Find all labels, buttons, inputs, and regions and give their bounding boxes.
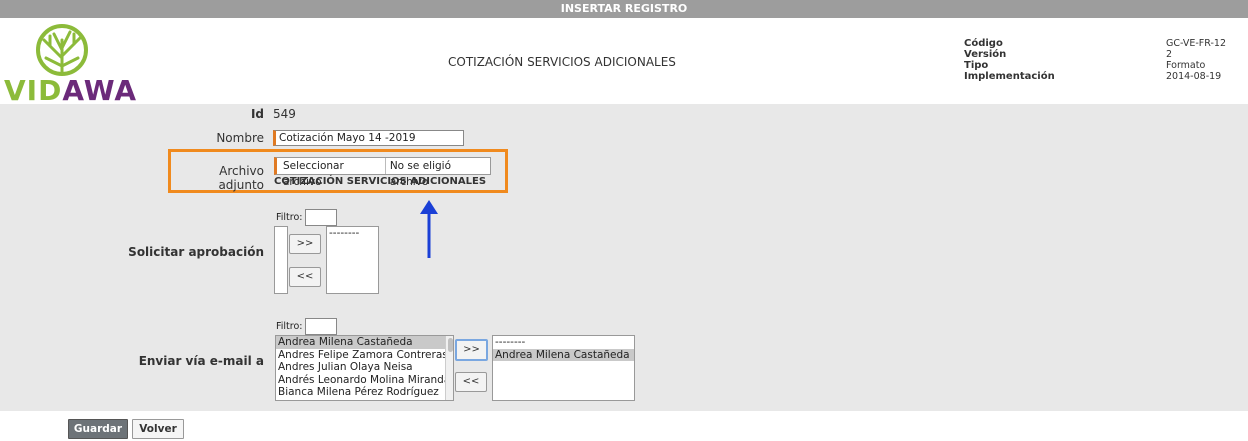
nombre-label: Nombre	[216, 131, 264, 145]
aprobacion-filter-label: Filtro:	[276, 212, 303, 223]
aprobacion-remove-button[interactable]: <<	[289, 267, 321, 287]
meta-value-version: 2	[1166, 49, 1173, 60]
file-status-text: No se eligió archivo	[389, 160, 451, 188]
nombre-input[interactable]: Cotización Mayo 14 -2019	[273, 130, 464, 146]
email-list-scrollbar[interactable]	[445, 336, 453, 400]
page-title: INSERTAR REGISTRO	[560, 2, 688, 15]
meta-labels: Código Versión Tipo Implementación	[964, 38, 1055, 82]
document-header: VIDAWA COTIZACIÓN SERVICIOS ADICIONALES …	[0, 18, 1248, 107]
current-attachment-name[interactable]: COTIZACIÓN SERVICIOS ADICIONALES	[274, 176, 486, 187]
meta-value-codigo: GC-VE-FR-12	[1166, 38, 1226, 49]
aprobacion-filter-input[interactable]	[305, 209, 337, 226]
email-remove-button[interactable]: <<	[455, 372, 487, 392]
aprobacion-label: Solicitar aprobación	[128, 245, 264, 259]
meta-values: GC-VE-FR-12 2 Formato 2014-08-19	[1166, 38, 1226, 82]
tree-icon	[36, 24, 88, 76]
meta-label-tipo: Tipo	[964, 60, 989, 71]
document-title: COTIZACIÓN SERVICIOS ADICIONALES	[448, 55, 676, 69]
window-title-bar: INSERTAR REGISTRO	[0, 0, 1248, 18]
aprobacion-add-button[interactable]: >>	[289, 234, 321, 254]
save-button[interactable]: Guardar	[68, 419, 128, 439]
record-form: Id 549 Nombre Cotización Mayo 14 -2019 A…	[0, 104, 1248, 411]
select-file-button[interactable]: Seleccionar archivo	[277, 158, 386, 188]
meta-label-codigo: Código	[964, 38, 1003, 49]
scrollbar-thumb[interactable]	[448, 338, 453, 352]
id-value: 549	[273, 107, 296, 121]
list-item[interactable]: --------	[493, 336, 634, 349]
file-picker[interactable]: Seleccionar archivo No se eligió archivo	[274, 157, 491, 188]
email-add-button[interactable]: >>	[455, 339, 488, 361]
archivo-label: Archivo adjunto	[218, 164, 264, 192]
email-available-list[interactable]: Andrea Milena Castañeda Andres Felipe Za…	[275, 335, 454, 401]
aprobacion-available-list[interactable]	[274, 226, 288, 294]
email-selected-list[interactable]: -------- Andrea Milena Castañeda	[492, 335, 635, 401]
back-button[interactable]: Volver	[132, 419, 184, 439]
email-filter-input[interactable]	[305, 318, 337, 335]
list-item[interactable]: Andres Felipe Zamora Contreras	[276, 349, 453, 362]
list-item[interactable]: Andres Julian Olaya Neisa	[276, 361, 453, 374]
list-item[interactable]: Bianca Milena Pérez Rodríguez	[276, 386, 453, 399]
meta-label-version: Versión	[964, 49, 1007, 60]
annotation-arrow-icon	[420, 200, 438, 258]
list-item[interactable]: Andrea Milena Castañeda	[276, 336, 453, 349]
company-logo: VIDAWA	[4, 22, 144, 107]
logo-wordmark: VIDAWA	[4, 74, 138, 107]
meta-value-tipo: Formato	[1166, 60, 1206, 71]
list-item[interactable]: --------	[327, 227, 378, 240]
id-label: Id	[250, 107, 264, 121]
meta-value-implementacion: 2014-08-19	[1166, 71, 1222, 82]
meta-label-implementacion: Implementación	[964, 71, 1055, 82]
list-item[interactable]: Andrea Milena Castañeda	[493, 348, 634, 361]
aprobacion-selected-list[interactable]: --------	[326, 226, 379, 294]
email-label: Enviar vía e-mail a	[138, 354, 264, 368]
email-filter-label: Filtro:	[276, 321, 303, 332]
list-item[interactable]: Andrés Leonardo Molina Miranda	[276, 374, 453, 387]
